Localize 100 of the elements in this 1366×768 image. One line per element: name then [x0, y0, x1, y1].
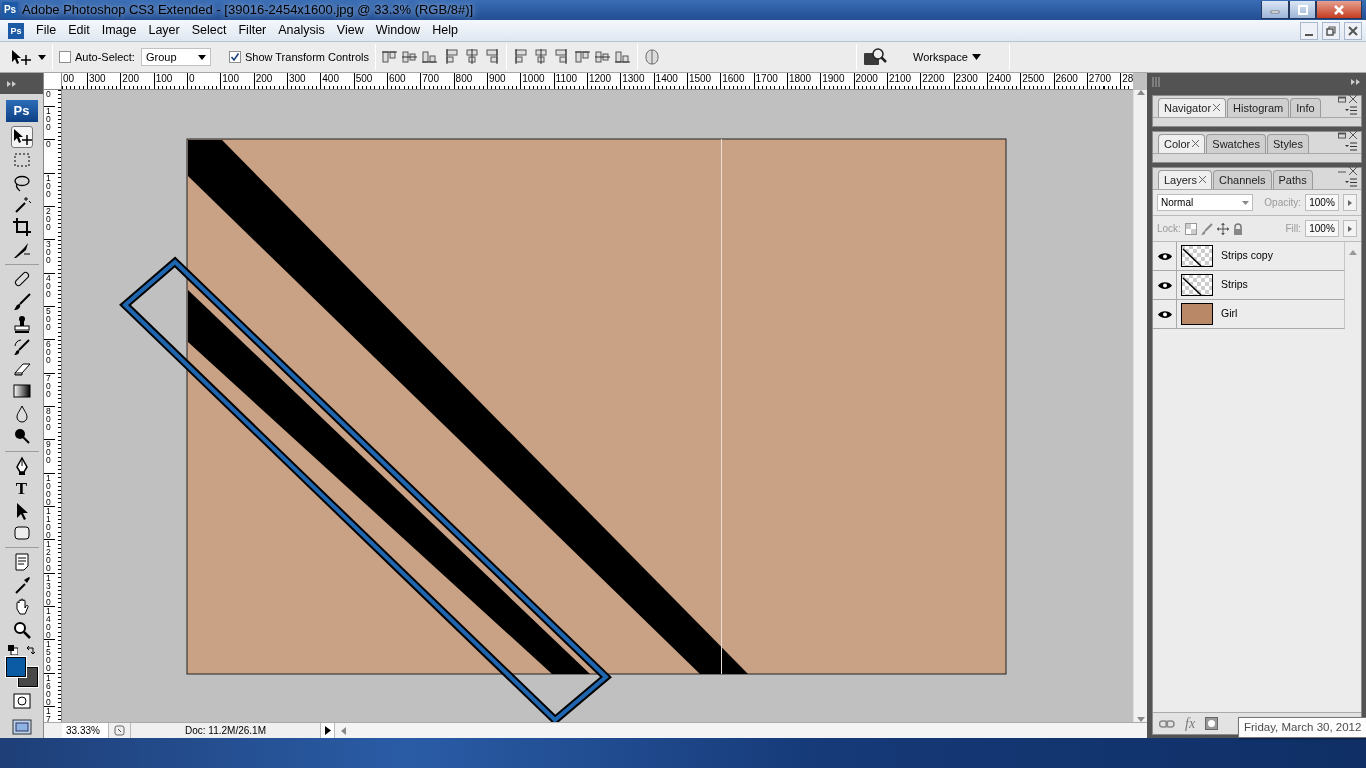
- align-icon[interactable]: [484, 49, 501, 65]
- menu-item[interactable]: Filter: [232, 21, 273, 40]
- grip-icon[interactable]: [1152, 77, 1160, 87]
- eye-icon[interactable]: [1157, 280, 1172, 290]
- maximize-icon: [1297, 4, 1308, 15]
- collapse-icon[interactable]: [1350, 78, 1362, 86]
- panel-tab[interactable]: Histogram: [1227, 97, 1290, 117]
- align-icon[interactable]: [464, 49, 481, 65]
- eye-icon[interactable]: [1157, 309, 1172, 319]
- lock-transparency-icon[interactable]: [1184, 222, 1197, 235]
- restore-button[interactable]: [1322, 21, 1340, 40]
- history-brush-icon[interactable]: [11, 336, 32, 357]
- menu-item[interactable]: Window: [369, 21, 427, 40]
- ruler-label: 2700: [1086, 73, 1121, 89]
- distribute-icon[interactable]: [615, 49, 632, 65]
- close-icon: [1346, 23, 1360, 38]
- ruler-label: 500: [353, 73, 387, 89]
- menu-item[interactable]: Layer: [142, 21, 186, 40]
- move-tool-icon[interactable]: [11, 127, 32, 148]
- close-icon[interactable]: [1213, 104, 1221, 112]
- align-icon[interactable]: [382, 49, 399, 65]
- zoom-field[interactable]: 33.33%: [62, 723, 108, 738]
- close-button[interactable]: [1316, 1, 1362, 19]
- align-icon[interactable]: [422, 49, 439, 65]
- layer-row[interactable]: Strips: [1153, 271, 1345, 300]
- close-icon[interactable]: [1349, 131, 1357, 139]
- mask-icon[interactable]: [1205, 717, 1219, 730]
- maximize-button[interactable]: [1289, 1, 1316, 19]
- scrollbar[interactable]: [1133, 90, 1147, 722]
- menu-item[interactable]: File: [30, 21, 63, 40]
- move-arrows-icon[interactable]: [1216, 222, 1229, 235]
- ruler-label: 900: [486, 73, 521, 89]
- quick-mask-icon[interactable]: [11, 692, 32, 709]
- blend-mode-dropdown[interactable]: Normal: [1157, 194, 1253, 211]
- menu-item[interactable]: Help: [426, 21, 464, 40]
- caret-icon[interactable]: [38, 54, 46, 60]
- panel-tab[interactable]: Layers: [1158, 169, 1213, 189]
- panel-tab[interactable]: Swatches: [1206, 133, 1266, 153]
- crop-icon[interactable]: [11, 217, 32, 238]
- align-icon[interactable]: [444, 49, 461, 65]
- panel-menu-icon[interactable]: [1345, 178, 1357, 187]
- link-icon[interactable]: [1159, 719, 1175, 728]
- ruler-label: 100: [44, 172, 55, 206]
- slider-button[interactable]: [1343, 220, 1357, 237]
- menu-item[interactable]: Analysis: [272, 21, 331, 40]
- close-icon[interactable]: [1349, 167, 1357, 175]
- checkbox[interactable]: [59, 51, 71, 63]
- page-icon[interactable]: [114, 725, 125, 736]
- dropdown[interactable]: Group: [140, 48, 211, 66]
- close-icon[interactable]: [1349, 95, 1357, 103]
- menu-item[interactable]: Edit: [62, 21, 96, 40]
- minimize-button[interactable]: [1261, 1, 1289, 19]
- panel-tab[interactable]: Navigator: [1158, 97, 1227, 117]
- zoom-icon[interactable]: [11, 619, 32, 640]
- browser-icon[interactable]: [863, 47, 888, 67]
- layer-row[interactable]: Girl: [1153, 300, 1345, 329]
- minimize-icon[interactable]: [1338, 131, 1346, 139]
- scrollbar[interactable]: [334, 723, 1147, 738]
- brush-icon[interactable]: [11, 291, 32, 312]
- auto-align-icon[interactable]: [644, 49, 661, 65]
- panel-menu-icon[interactable]: [1345, 106, 1357, 115]
- distribute-icon[interactable]: [533, 49, 550, 65]
- distribute-icon[interactable]: [513, 49, 530, 65]
- layer-row[interactable]: Strips copy: [1153, 242, 1345, 271]
- lock-icon[interactable]: [1232, 222, 1243, 235]
- screen-mode-icon[interactable]: [11, 718, 32, 735]
- move-tool-icon[interactable]: [10, 48, 32, 66]
- menu-item[interactable]: View: [330, 21, 370, 40]
- swap-arrow-icon[interactable]: [25, 644, 36, 655]
- slider-button[interactable]: [1343, 194, 1357, 211]
- foreground-color-swatch[interactable]: [5, 656, 26, 677]
- layer-style-button[interactable]: fx: [1185, 713, 1196, 734]
- workspace-menu[interactable]: Workspace: [907, 47, 987, 67]
- fill-field[interactable]: 100%: [1305, 220, 1339, 237]
- distribute-icon[interactable]: [595, 49, 612, 65]
- close-icon[interactable]: [1199, 176, 1207, 184]
- panel-tab[interactable]: Color: [1158, 133, 1206, 153]
- panel-tab[interactable]: Channels: [1213, 169, 1272, 189]
- panel-tab[interactable]: Info: [1290, 97, 1321, 117]
- close-button[interactable]: [1344, 21, 1362, 40]
- minimize-icon[interactable]: [1338, 95, 1346, 103]
- close-icon[interactable]: [1192, 140, 1200, 148]
- stamp-icon[interactable]: [11, 314, 32, 335]
- opacity-field[interactable]: 100%: [1305, 194, 1339, 211]
- menu-item[interactable]: Image: [95, 21, 143, 40]
- ruler-label: 600: [44, 339, 55, 373]
- panel-tab[interactable]: Paths: [1272, 169, 1313, 189]
- panel-menu-icon[interactable]: [1345, 142, 1357, 151]
- collapse-icon[interactable]: [6, 79, 18, 88]
- type-tool[interactable]: T: [10, 477, 33, 499]
- play-arrow-icon[interactable]: [324, 726, 331, 735]
- menu-item[interactable]: Select: [185, 21, 233, 40]
- default-colors-icon[interactable]: [7, 644, 18, 655]
- distribute-icon[interactable]: [575, 49, 592, 65]
- checkbox[interactable]: [228, 51, 241, 63]
- minimize-button[interactable]: [1300, 21, 1318, 40]
- distribute-icon[interactable]: [553, 49, 570, 65]
- eye-icon[interactable]: [1157, 251, 1172, 261]
- panel-tab[interactable]: Styles: [1267, 133, 1309, 153]
- align-icon[interactable]: [402, 49, 419, 65]
